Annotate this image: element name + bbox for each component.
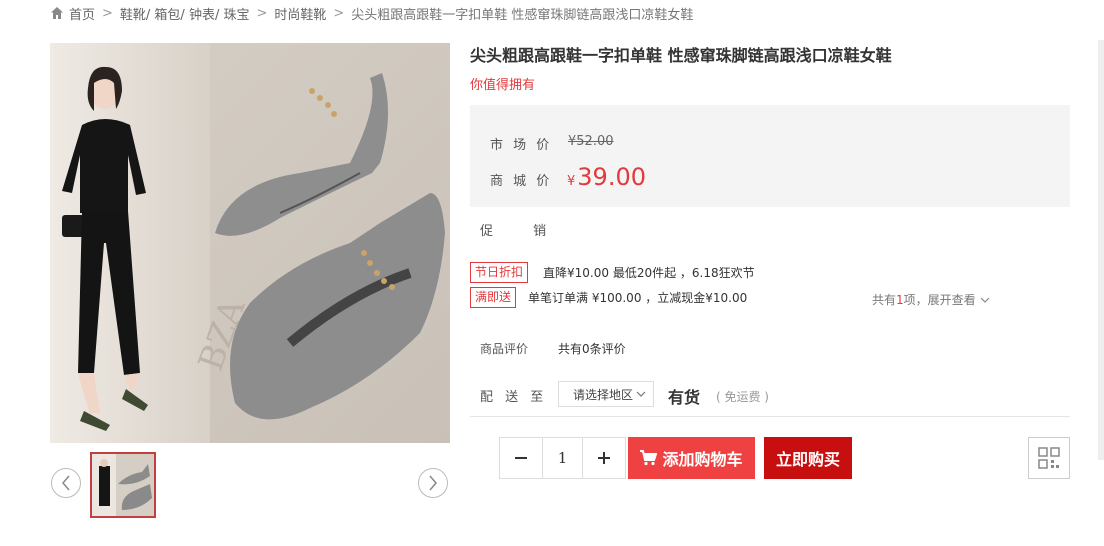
mall-price: ¥39.00 <box>567 163 646 191</box>
qr-code-icon <box>1038 447 1060 469</box>
product-subtitle: 你值得拥有 <box>470 78 536 93</box>
home-icon <box>51 7 63 19</box>
breadcrumb-home-link[interactable]: 首页 <box>69 4 95 23</box>
shipping-label: 配 送 至 <box>480 390 548 405</box>
chevron-down-icon <box>636 391 646 397</box>
mall-price-label: 商 城 价 <box>490 174 553 189</box>
cart-icon <box>640 450 658 466</box>
currency-symbol: ¥ <box>567 174 576 189</box>
breadcrumb-current: 尖头粗跟高跟鞋一字扣单鞋 性感窜珠脚链高跟浅口凉鞋女鞋 <box>351 7 694 23</box>
region-select-value: 请选择地区 <box>573 387 634 402</box>
promotion-row: 节日折扣 直降¥10.00 最低20件起 ，6.18狂欢节 <box>470 262 755 283</box>
product-photo: BZA <box>50 43 450 443</box>
buy-now-button[interactable]: 立即购买 <box>764 437 852 479</box>
promotions-toggle-prefix: 共有 <box>872 293 897 307</box>
region-select[interactable]: 请选择地区 <box>558 381 654 407</box>
quantity-increase-button[interactable] <box>583 438 625 478</box>
promotions-expand-link[interactable]: 共有 1 项，展开查看 <box>872 291 990 308</box>
mall-price-value: 39.00 <box>577 163 646 191</box>
plus-icon <box>598 452 610 464</box>
thumbnail-prev-button[interactable] <box>51 468 81 498</box>
reviews-count: 共有0条评价 <box>558 342 626 356</box>
side-panel-edge <box>1098 40 1104 460</box>
breadcrumb-separator: > <box>333 5 345 21</box>
breadcrumb-category-link[interactable]: 鞋靴/ 箱包/ 钟表/ 珠宝 <box>120 4 250 23</box>
stock-status: 有货 <box>668 388 701 407</box>
qr-code-button[interactable] <box>1028 437 1070 479</box>
breadcrumb-subcategory-link[interactable]: 时尚鞋靴 <box>274 4 326 23</box>
quantity-decrease-button[interactable] <box>500 438 542 478</box>
promotion-text: 单笔订单满 ¥100.00 ，立减现金¥10.00 <box>528 291 748 305</box>
add-to-cart-label: 添加购物车 <box>662 450 743 469</box>
minus-icon <box>515 457 527 459</box>
price-box: 市 场 价 ¥52.00 商 城 价 ¥39.00 <box>470 105 1070 207</box>
chevron-left-icon <box>62 475 70 491</box>
promotion-tag: 节日折扣 <box>470 262 529 283</box>
promotions-count: 1 <box>896 292 904 307</box>
promotions-label: 促 销 <box>480 224 565 239</box>
reviews-label: 商品评价 <box>480 342 529 356</box>
market-price-label: 市 场 价 <box>490 138 553 153</box>
thumbnail-image <box>92 454 154 516</box>
chevron-right-icon <box>429 475 437 491</box>
chevron-down-icon <box>980 297 990 303</box>
free-shipping-note: ( 免运费 ) <box>716 390 769 404</box>
breadcrumb-separator: > <box>256 5 268 21</box>
add-to-cart-button[interactable]: 添加购物车 <box>628 437 755 479</box>
promotion-text: 直降¥10.00 最低20件起 ，6.18狂欢节 <box>543 266 755 280</box>
promotions-toggle-suffix: 项，展开查看 <box>903 293 976 307</box>
quantity-stepper <box>499 437 626 479</box>
promotion-row: 满即送 单笔订单满 ¥100.00 ，立减现金¥10.00 <box>470 287 747 308</box>
divider <box>470 416 1070 417</box>
thumbnail-next-button[interactable] <box>418 468 448 498</box>
breadcrumb: 首页 > 鞋靴/ 箱包/ 钟表/ 珠宝 > 时尚鞋靴 > 尖头粗跟高跟鞋一字扣单… <box>50 4 694 23</box>
quantity-input[interactable] <box>542 438 583 478</box>
market-price: ¥52.00 <box>568 134 614 149</box>
breadcrumb-separator: > <box>102 5 113 21</box>
thumbnail-item[interactable] <box>90 452 156 518</box>
promotion-tag: 满即送 <box>470 287 517 308</box>
product-main-image[interactable]: BZA <box>50 43 450 443</box>
product-title: 尖头粗跟高跟鞋一字扣单鞋 性感窜珠脚链高跟浅口凉鞋女鞋 <box>470 46 892 65</box>
